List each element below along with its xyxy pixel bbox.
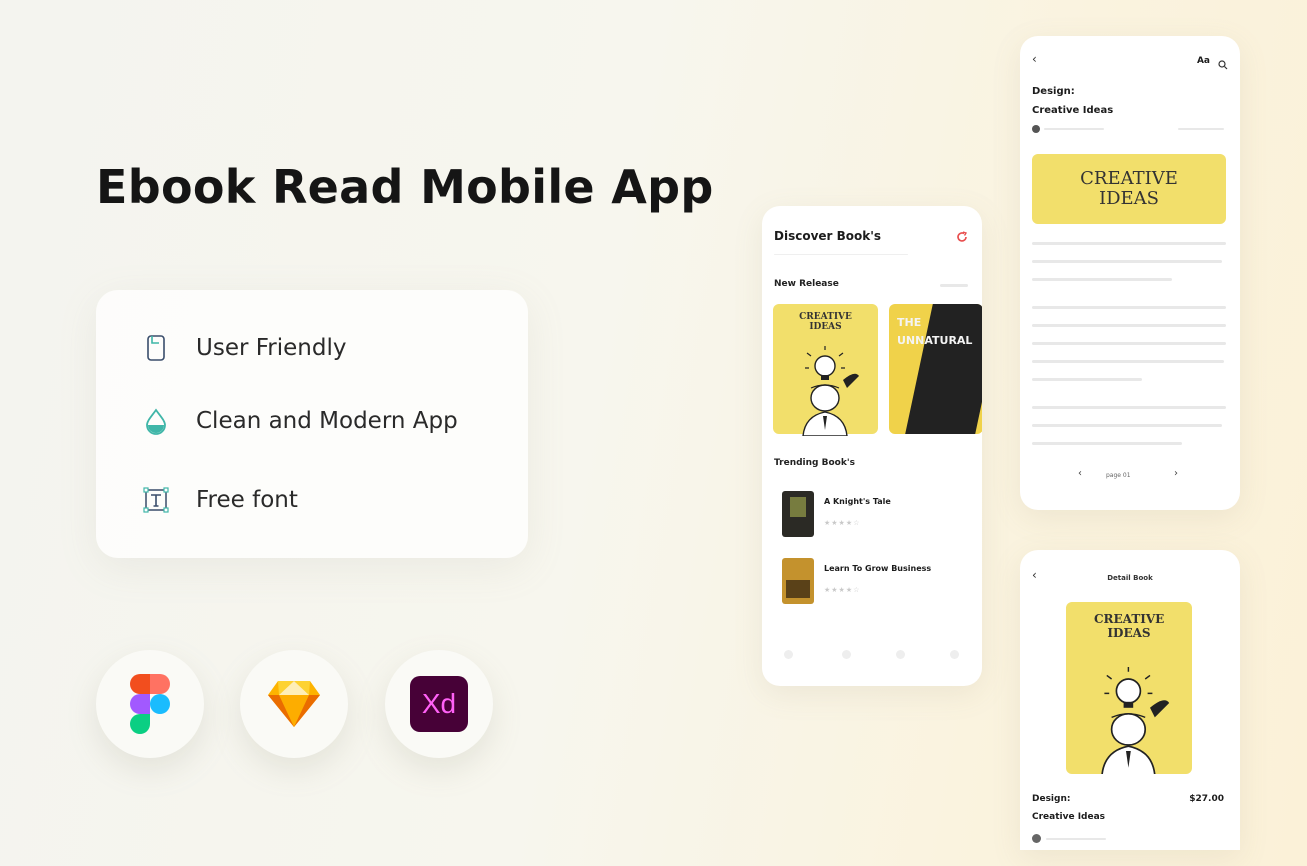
reader-book-title: Creative Ideas (1032, 105, 1114, 116)
sketch-logo (240, 650, 348, 758)
feature-item-clean-modern: Clean and Modern App (142, 407, 458, 435)
page-title: Ebook Read Mobile App (96, 160, 714, 214)
font-size-button[interactable]: Aa (1197, 56, 1210, 66)
banner-text: CREATIVE IDEAS (1080, 168, 1178, 209)
back-icon[interactable]: ‹ (1032, 52, 1037, 66)
detail-price: $27.00 (1189, 794, 1224, 804)
refresh-icon[interactable] (956, 228, 968, 247)
nav-home-icon[interactable] (784, 650, 793, 659)
xd-logo-text: Xd (421, 688, 457, 719)
cover-title: CREATIVE IDEAS (1094, 612, 1165, 640)
search-icon[interactable] (1218, 55, 1228, 74)
discover-screen: Discover Book's New Release CREATIVE IDE… (762, 206, 982, 686)
cover-title: THE UNNATURAL (897, 316, 973, 347)
rating-stars: ★★★★☆ (824, 586, 861, 594)
feature-item-user-friendly: User Friendly (142, 334, 346, 362)
trending-item[interactable]: A Knight's Tale ★★★★☆ (774, 489, 970, 539)
trending-item[interactable]: Learn To Grow Business ★★★★☆ (774, 556, 970, 606)
reader-banner: CREATIVE IDEAS (1032, 154, 1226, 224)
reader-screen: ‹ Aa Design: Creative Ideas CREATIVE IDE… (1020, 36, 1240, 510)
nav-profile-icon[interactable] (950, 650, 959, 659)
nav-search-icon[interactable] (842, 650, 851, 659)
drop-icon (142, 407, 170, 435)
book-cover-unnatural[interactable]: THE UNNATURAL (889, 304, 982, 434)
feature-label: Free font (196, 487, 298, 513)
author-avatar (1032, 834, 1041, 843)
figma-logo (96, 650, 204, 758)
trending-title: A Knight's Tale (824, 497, 891, 506)
section-trending: Trending Book's (774, 458, 855, 468)
prev-page-icon[interactable]: ‹ (1078, 468, 1082, 479)
reader-category: Design: (1032, 86, 1075, 97)
book-cover-creative[interactable]: CREATIVE IDEAS (773, 304, 878, 436)
detail-title: Detail Book (1107, 574, 1153, 582)
discover-title: Discover Book's (774, 229, 882, 243)
next-page-icon[interactable]: › (1174, 468, 1178, 479)
see-all-link[interactable] (940, 284, 968, 287)
feature-card: User Friendly Clean and Modern App Free … (96, 290, 528, 558)
bottom-nav (762, 646, 982, 666)
text-tool-icon (142, 486, 170, 514)
bulb-head-illustration (802, 346, 859, 436)
author-avatar (1032, 125, 1040, 133)
detail-cover: CREATIVE IDEAS (1066, 602, 1192, 774)
detail-screen: ‹ Detail Book CREATIVE IDEAS Design: $27… (1020, 550, 1240, 850)
detail-book-title: Creative Ideas (1032, 812, 1106, 822)
feature-label: User Friendly (196, 335, 347, 361)
cover-title: CREATIVE IDEAS (799, 312, 852, 332)
feature-item-free-font: Free font (142, 486, 298, 514)
page-indicator: page 01 (1106, 472, 1131, 479)
trending-thumb (782, 491, 814, 537)
rating-stars: ★★★★☆ (824, 519, 861, 527)
detail-category: Design: (1032, 794, 1071, 804)
feature-label: Clean and Modern App (196, 408, 458, 434)
section-new-release: New Release (774, 279, 839, 289)
bulb-head-illustration (1101, 667, 1170, 774)
trending-thumb (782, 558, 814, 604)
nav-bookmark-icon[interactable] (896, 650, 905, 659)
trending-title: Learn To Grow Business (824, 564, 932, 573)
phone-icon (142, 334, 170, 362)
xd-logo: Xd (385, 650, 493, 758)
